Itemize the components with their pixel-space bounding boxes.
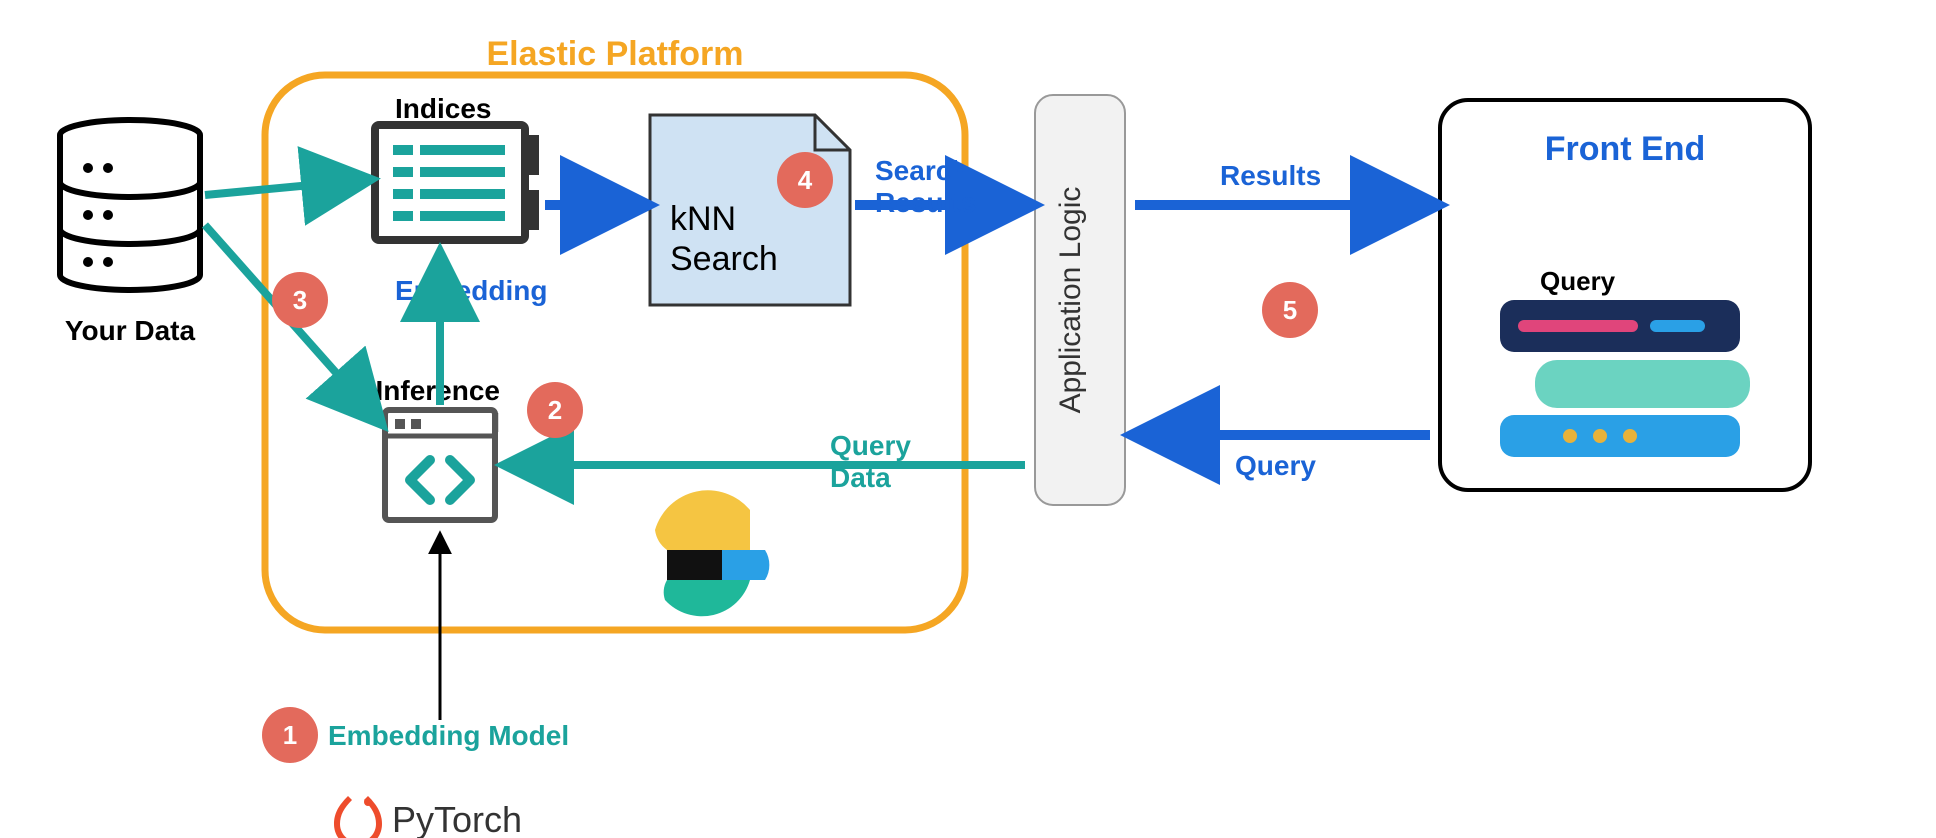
- application-logic-box: Application Logic: [1035, 95, 1125, 505]
- badge-4: 4: [777, 152, 833, 208]
- search-ui-graphic-icon: [1500, 300, 1750, 457]
- indices-label: Indices: [395, 93, 491, 124]
- badge-3: 3: [272, 272, 328, 328]
- elastic-platform-title: Elastic Platform: [487, 35, 744, 73]
- badge-1: 1: [262, 707, 318, 763]
- knn-label-line1: kNN: [670, 200, 736, 238]
- pytorch-label: PyTorch: [392, 799, 522, 838]
- svg-text:5: 5: [1283, 295, 1297, 325]
- elastic-logo-icon: [655, 490, 769, 616]
- results-label: Results: [1220, 160, 1321, 191]
- svg-text:3: 3: [293, 285, 307, 315]
- badge-2: 2: [527, 382, 583, 438]
- inference-api-icon: [385, 410, 495, 520]
- embedding-model-label: Embedding Model: [328, 720, 569, 751]
- application-logic-label: Application Logic: [1054, 187, 1087, 414]
- front-end-box: Front End Query: [1440, 100, 1810, 490]
- svg-text:1: 1: [283, 720, 297, 750]
- search-results-label-1: Search: [875, 155, 968, 186]
- embedding-label: Embedding: [395, 275, 547, 306]
- front-end-query-label: Query: [1540, 266, 1616, 296]
- your-data-label: Your Data: [65, 315, 196, 346]
- badge-5: 5: [1262, 282, 1318, 338]
- pytorch-logo-icon: [334, 796, 382, 838]
- database-icon: [60, 120, 200, 290]
- indices-icon: [375, 125, 539, 240]
- svg-text:2: 2: [548, 395, 562, 425]
- knn-label-line2: Search: [670, 240, 778, 278]
- query-data-label-2: Data: [830, 462, 891, 493]
- knn-search-doc: kNN Search: [650, 115, 850, 305]
- query-data-label-1: Query: [830, 430, 911, 461]
- svg-text:4: 4: [798, 165, 813, 195]
- search-results-label-2: Results: [875, 187, 976, 218]
- arrow-data-to-indices: [205, 180, 365, 195]
- elastic-platform-box: Elastic Platform: [265, 35, 965, 630]
- query-label: Query: [1235, 450, 1316, 481]
- front-end-title: Front End: [1545, 130, 1706, 168]
